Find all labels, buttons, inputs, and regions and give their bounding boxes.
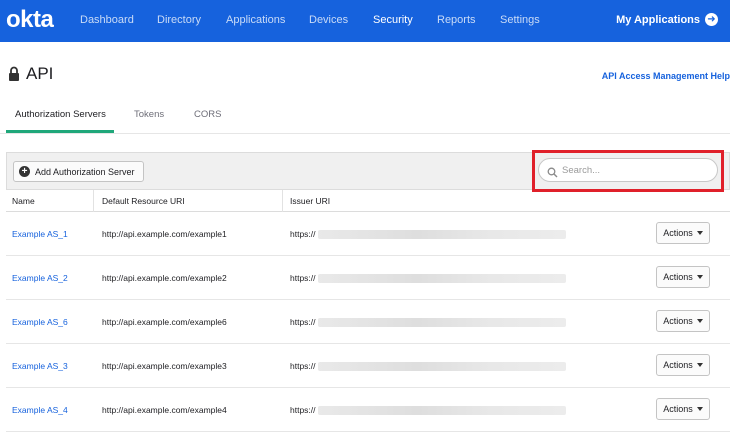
tab-cors[interactable]: CORS <box>194 109 221 120</box>
server-name-link[interactable]: Example AS_3 <box>12 361 68 371</box>
add-button-label: Add Authorization Server <box>35 166 135 177</box>
issuer-uri: https:// <box>290 405 566 415</box>
page-title: API <box>8 64 53 84</box>
issuer-uri-prefix: https:// <box>290 273 316 283</box>
search-icon <box>547 165 558 177</box>
issuer-uri: https:// <box>290 273 566 283</box>
actions-label: Actions <box>663 404 693 414</box>
actions-button[interactable]: Actions <box>656 310 710 332</box>
actions-button[interactable]: Actions <box>656 398 710 420</box>
authorization-servers-table: Name Default Resource URI Issuer URI Exa… <box>6 190 730 432</box>
table-row: Example AS_1 http://api.example.com/exam… <box>6 212 730 256</box>
column-divider <box>93 190 94 212</box>
column-header-issuer-uri: Issuer URI <box>290 196 331 206</box>
plus-icon: + <box>19 166 30 177</box>
caret-down-icon <box>696 231 703 235</box>
okta-logo[interactable]: okta <box>6 6 54 34</box>
redacted-issuer <box>317 229 566 239</box>
redacted-issuer <box>317 317 566 327</box>
search-box[interactable] <box>538 158 718 182</box>
table-row: Example AS_4 http://api.example.com/exam… <box>6 388 730 432</box>
table-row: Example AS_2 http://api.example.com/exam… <box>6 256 730 300</box>
issuer-uri: https:// <box>290 229 566 239</box>
table-header: Name Default Resource URI Issuer URI <box>6 190 730 212</box>
actions-button[interactable]: Actions <box>656 222 710 244</box>
server-name-link[interactable]: Example AS_1 <box>12 229 68 239</box>
redacted-issuer <box>317 273 566 283</box>
lock-icon <box>8 66 20 82</box>
issuer-uri-prefix: https:// <box>290 405 316 415</box>
actions-button[interactable]: Actions <box>656 266 710 288</box>
default-resource-uri: http://api.example.com/example3 <box>102 361 227 371</box>
default-resource-uri: http://api.example.com/example1 <box>102 229 227 239</box>
default-resource-uri: http://api.example.com/example2 <box>102 273 227 283</box>
table-row: Example AS_6 http://api.example.com/exam… <box>6 300 730 344</box>
issuer-uri-prefix: https:// <box>290 317 316 327</box>
nav-settings[interactable]: Settings <box>500 14 540 26</box>
nav-directory[interactable]: Directory <box>157 14 201 26</box>
add-authorization-server-button[interactable]: + Add Authorization Server <box>13 161 144 182</box>
tab-tokens[interactable]: Tokens <box>134 109 164 120</box>
table-row: Example AS_3 http://api.example.com/exam… <box>6 344 730 388</box>
server-name-link[interactable]: Example AS_4 <box>12 405 68 415</box>
server-name-link[interactable]: Example AS_2 <box>12 273 68 283</box>
issuer-uri: https:// <box>290 361 566 371</box>
column-header-name: Name <box>12 196 35 206</box>
default-resource-uri: http://api.example.com/example6 <box>102 317 227 327</box>
actions-label: Actions <box>663 272 693 282</box>
page-title-text: API <box>26 64 54 83</box>
caret-down-icon <box>696 407 703 411</box>
nav-security[interactable]: Security <box>373 14 413 26</box>
caret-down-icon <box>696 275 703 279</box>
nav-applications[interactable]: Applications <box>226 14 285 26</box>
redacted-issuer <box>317 405 566 415</box>
caret-down-icon <box>696 319 703 323</box>
caret-down-icon <box>696 363 703 367</box>
top-nav: okta Dashboard Directory Applications De… <box>0 0 730 42</box>
tab-authorization-servers[interactable]: Authorization Servers <box>15 109 106 120</box>
nav-reports[interactable]: Reports <box>437 14 476 26</box>
actions-button[interactable]: Actions <box>656 354 710 376</box>
my-applications-label: My Applications <box>616 13 700 26</box>
actions-label: Actions <box>663 316 693 326</box>
active-tab-indicator <box>6 130 114 133</box>
arrow-right-icon: ➜ <box>705 13 718 26</box>
default-resource-uri: http://api.example.com/example4 <box>102 405 227 415</box>
column-divider <box>282 190 283 212</box>
search-input[interactable] <box>562 164 712 176</box>
nav-devices[interactable]: Devices <box>309 14 348 26</box>
my-applications-link[interactable]: My Applications ➜ <box>616 13 718 26</box>
server-name-link[interactable]: Example AS_6 <box>12 317 68 327</box>
actions-label: Actions <box>663 228 693 238</box>
issuer-uri: https:// <box>290 317 566 327</box>
nav-dashboard[interactable]: Dashboard <box>80 14 134 26</box>
actions-label: Actions <box>663 360 693 370</box>
issuer-uri-prefix: https:// <box>290 361 316 371</box>
column-header-default-uri: Default Resource URI <box>102 196 185 206</box>
api-help-link[interactable]: API Access Management Help <box>602 71 730 81</box>
issuer-uri-prefix: https:// <box>290 229 316 239</box>
redacted-issuer <box>317 361 566 371</box>
tab-bar: Authorization Servers Tokens CORS <box>0 98 730 134</box>
